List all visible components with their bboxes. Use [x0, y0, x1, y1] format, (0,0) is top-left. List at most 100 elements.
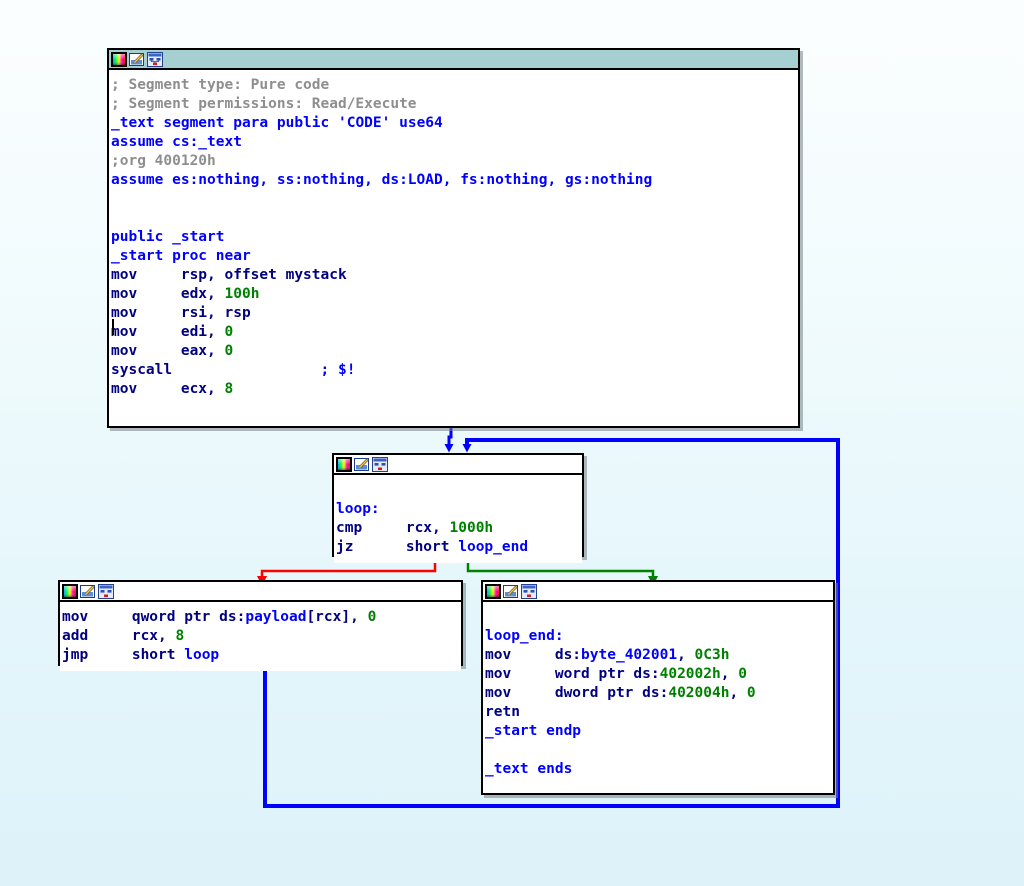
- code-token: rcx,: [405, 520, 450, 536]
- code-token: loop: [184, 647, 220, 663]
- code-line: mov ds:byte_402001, 0C3h: [483, 646, 833, 665]
- code-line: public _start: [109, 228, 798, 247]
- edit-pencil-icon[interactable]: [354, 457, 370, 472]
- code-token: 0: [746, 685, 756, 701]
- code-line: _text ends: [483, 760, 833, 779]
- code-line: retn: [483, 703, 833, 722]
- code-token: byte_402001: [581, 647, 678, 663]
- block-payload-store[interactable]: mov qword ptr ds:payload[rcx], 0 add rcx,…: [58, 580, 463, 671]
- code-token: ; Segment type: Pure code: [111, 77, 330, 93]
- code-token: 402004h: [668, 685, 730, 701]
- code-line: mov rsp, offset mystack: [109, 266, 798, 285]
- code-line: ; Segment type: Pure code: [109, 76, 798, 95]
- block-entry-code[interactable]: ; Segment type: Pure code ; Segment permi…: [109, 70, 798, 405]
- code-line: ; Segment permissions: Read/Execute: [109, 95, 798, 114]
- code-token: dword ptr ds:: [554, 685, 669, 701]
- code-line: jmp short loop: [60, 646, 461, 665]
- code-token: assume es:nothing, ss:nothing, ds:LOAD, …: [111, 172, 653, 188]
- graph-overview-icon[interactable]: [147, 51, 163, 67]
- code-token: 402002h: [659, 666, 721, 682]
- code-token: use64: [390, 115, 443, 131]
- block-loop-code[interactable]: loop: cmp rcx, 1000h jz short loop_end: [334, 475, 582, 563]
- code-token: word ptr ds:: [554, 666, 660, 682]
- code-token: ,: [677, 647, 695, 663]
- code-line: mov edx, 100h: [109, 285, 798, 304]
- block-loop-end-titlebar[interactable]: [483, 582, 833, 602]
- code-token: rsi, rsp: [180, 305, 251, 321]
- code-token: 0C3h: [694, 647, 730, 663]
- code-token: jz: [336, 539, 406, 555]
- block-loop-end-code[interactable]: loop_end: mov ds:byte_402001, 0C3h mov wor…: [483, 602, 833, 785]
- edit-pencil-icon[interactable]: [503, 584, 519, 599]
- code-line: syscall ; $!: [109, 361, 798, 380]
- color-palette-icon[interactable]: [485, 583, 501, 599]
- graph-overview-icon[interactable]: [521, 583, 537, 599]
- code-line: mov eax, 0: [109, 342, 798, 361]
- code-token: mov: [485, 647, 555, 663]
- code-token: mov: [111, 381, 181, 397]
- code-token: qword ptr ds:: [131, 609, 246, 625]
- code-token: retn: [485, 704, 520, 720]
- block-entry-titlebar[interactable]: [109, 50, 798, 70]
- code-token: payload: [245, 609, 307, 625]
- code-token: [rcx],: [306, 609, 368, 625]
- code-token: mov: [111, 286, 181, 302]
- block-loop-end[interactable]: loop_end: mov ds:byte_402001, 0C3h mov wor…: [481, 580, 835, 795]
- code-line: assume es:nothing, ss:nothing, ds:LOAD, …: [109, 171, 798, 190]
- code-line: assume cs:_text: [109, 133, 798, 152]
- color-palette-icon[interactable]: [111, 51, 127, 67]
- code-token: syscall: [111, 362, 173, 378]
- code-line: mov dword ptr ds:402004h, 0: [483, 684, 833, 703]
- code-token: short: [131, 647, 185, 663]
- code-token: 0: [224, 324, 234, 340]
- code-token: ; Segment permissions: Read/Execute: [111, 96, 417, 112]
- color-palette-icon[interactable]: [336, 456, 352, 472]
- code-token: ;org 400120h: [111, 153, 216, 169]
- code-token: 8: [224, 381, 234, 397]
- block-loop[interactable]: loop: cmp rcx, 1000h jz short loop_end: [332, 453, 584, 563]
- code-token: ds:: [554, 647, 582, 663]
- graph-overview-icon[interactable]: [372, 456, 388, 472]
- code-token: rsp, offset mystack: [180, 267, 347, 283]
- code-line: _text segment para public 'CODE' use64: [109, 114, 798, 133]
- code-token: mov: [111, 324, 181, 340]
- code-token: ; $!: [320, 362, 356, 378]
- code-token: mov: [485, 666, 555, 682]
- code-token: ,: [720, 666, 739, 682]
- block-payload-titlebar[interactable]: [60, 582, 461, 602]
- code-token: 0: [367, 609, 377, 625]
- code-token: ecx,: [180, 381, 225, 397]
- code-line: mov word ptr ds:402002h, 0: [483, 665, 833, 684]
- block-payload-code[interactable]: mov qword ptr ds:payload[rcx], 0 add rcx,…: [60, 602, 461, 671]
- graph-canvas[interactable]: ; Segment type: Pure code ; Segment permi…: [0, 0, 1024, 886]
- code-line: cmp rcx, 1000h: [334, 519, 582, 538]
- code-token: short: [405, 539, 459, 555]
- edit-pencil-icon[interactable]: [80, 584, 96, 599]
- code-line: mov edi, 0: [109, 323, 798, 342]
- code-token: 'CODE': [337, 115, 391, 131]
- code-line: mov ecx, 8: [109, 380, 798, 399]
- code-token: _start endp: [485, 723, 582, 739]
- code-line: mov rsi, rsp: [109, 304, 798, 323]
- code-token: _start proc near: [111, 248, 251, 264]
- code-token: edi,: [180, 324, 225, 340]
- code-line: ;org 400120h: [109, 152, 798, 171]
- code-token: rcx,: [131, 628, 176, 644]
- graph-overview-icon[interactable]: [98, 583, 114, 599]
- code-token: edx,: [180, 286, 225, 302]
- code-token: mov: [111, 343, 181, 359]
- code-token: loop_end:: [485, 628, 564, 644]
- block-loop-titlebar[interactable]: [334, 455, 582, 475]
- code-token: 100h: [224, 286, 260, 302]
- code-token: public _start: [111, 229, 225, 245]
- color-palette-icon[interactable]: [62, 583, 78, 599]
- code-token: add: [62, 628, 132, 644]
- edit-pencil-icon[interactable]: [129, 52, 145, 67]
- code-token: ,: [729, 685, 747, 701]
- block-entry[interactable]: ; Segment type: Pure code ; Segment permi…: [107, 48, 800, 428]
- code-token: _text ends: [485, 761, 573, 777]
